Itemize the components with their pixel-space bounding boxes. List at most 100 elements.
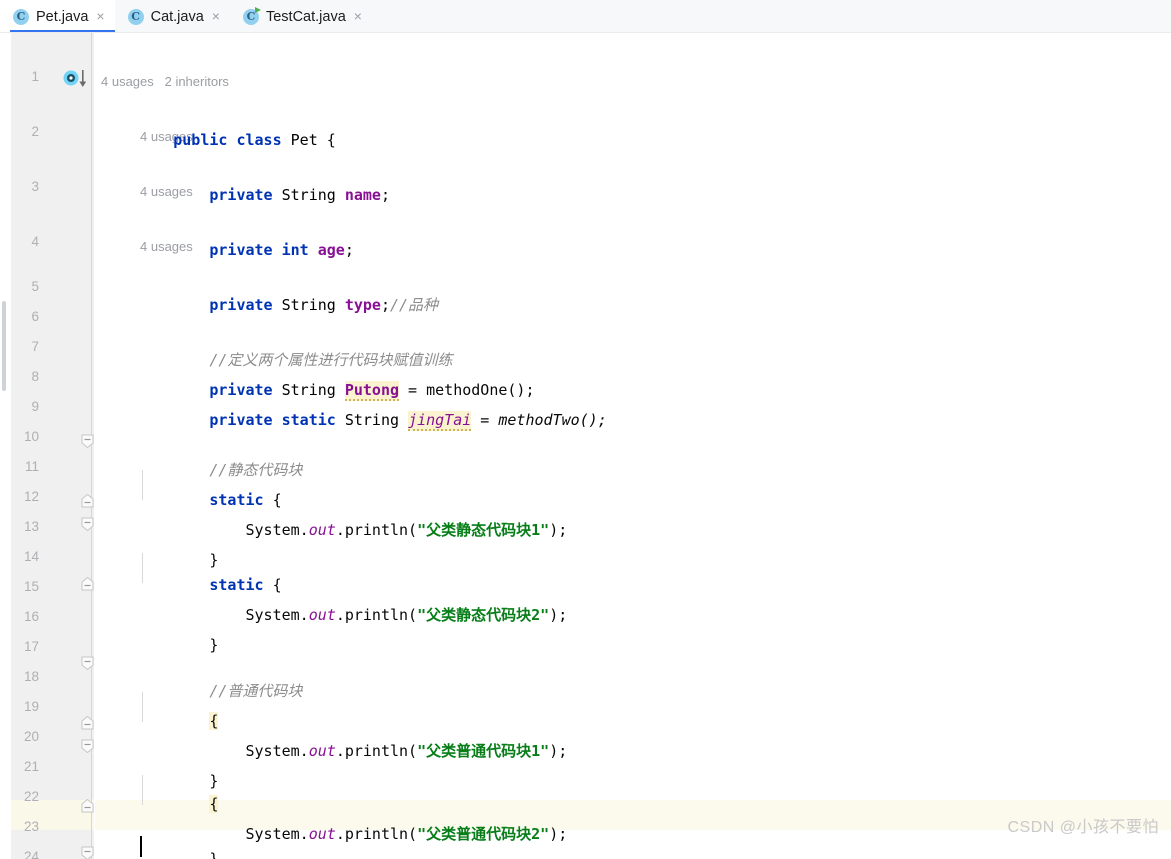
token-field: name bbox=[344, 186, 381, 204]
token-operator: = bbox=[471, 411, 499, 429]
token-method-call: .println( bbox=[335, 521, 418, 539]
token-keyword: class bbox=[236, 131, 282, 149]
code-line-6[interactable]: //定义两个属性进行代码块赋值训练 bbox=[101, 315, 452, 369]
token-brace: { bbox=[326, 131, 336, 149]
line-number: 8 bbox=[31, 369, 39, 384]
code-line-8[interactable]: private static String jingTai = methodTw… bbox=[101, 375, 607, 431]
line-number: 13 bbox=[23, 519, 39, 534]
editor-tab-bar: C Pet.java × C Cat.java × C TestCat.java… bbox=[0, 0, 1171, 33]
token-field: age bbox=[317, 241, 345, 259]
line-number: 18 bbox=[23, 669, 39, 684]
fold-expanded-icon[interactable] bbox=[81, 434, 94, 448]
fold-expanded-icon[interactable] bbox=[81, 739, 94, 753]
code-line-2[interactable]: private String name; bbox=[101, 150, 390, 204]
code-line-24[interactable]: } bbox=[101, 814, 218, 859]
fold-collapsed-icon[interactable] bbox=[81, 716, 94, 730]
code-line-7[interactable]: private String Putong = methodOne(); bbox=[101, 345, 535, 401]
ide-window: C Pet.java × C Cat.java × C TestCat.java… bbox=[0, 0, 1171, 859]
text-caret bbox=[140, 836, 142, 857]
is-subclassed-gutter-icon[interactable] bbox=[63, 69, 89, 87]
token-class-ref: System. bbox=[245, 825, 309, 843]
code-line-22[interactable]: { bbox=[101, 759, 219, 813]
close-icon[interactable]: × bbox=[211, 9, 221, 25]
code-line-12[interactable]: System.out.println("父类静态代码块1"); bbox=[101, 485, 568, 539]
editor-tab-pet-java[interactable]: C Pet.java × bbox=[0, 0, 115, 33]
token-class-ref: System. bbox=[245, 742, 309, 760]
java-class-icon: C bbox=[127, 8, 144, 25]
line-number: 21 bbox=[23, 759, 39, 774]
token-type: String bbox=[344, 411, 400, 429]
editor-tab-label: Pet.java bbox=[36, 8, 89, 25]
token-keyword: private bbox=[209, 241, 273, 259]
inlay-hint-usages-inheritors[interactable]: 4 usages 2 inheritors bbox=[101, 71, 229, 93]
code-line-20[interactable]: System.out.println("父类普通代码块1"); bbox=[101, 706, 568, 760]
token-type: String bbox=[281, 296, 336, 314]
token-tail: ); bbox=[549, 521, 568, 539]
line-number: 10 bbox=[23, 429, 39, 444]
java-class-icon-letter: C bbox=[131, 9, 140, 23]
code-line-1[interactable]: public class Pet { bbox=[101, 95, 336, 149]
token-static-field: out bbox=[308, 825, 336, 843]
line-number: 7 bbox=[31, 339, 39, 354]
code-line-18[interactable]: //普通代码块 bbox=[101, 646, 302, 700]
code-line-14[interactable]: static { bbox=[101, 540, 281, 594]
token-keyword: private bbox=[209, 186, 273, 204]
token-semicolon: ; bbox=[344, 241, 354, 259]
token-tail: ); bbox=[549, 825, 568, 843]
close-icon[interactable]: × bbox=[353, 9, 363, 25]
code-canvas[interactable]: 4 usages 2 inheritors 4 usages 4 usages … bbox=[95, 33, 1171, 859]
token-keyword: private bbox=[209, 296, 273, 314]
code-line-19[interactable]: { bbox=[101, 676, 219, 730]
code-line-10[interactable]: //静态代码块 bbox=[101, 425, 302, 479]
token-string-literal: "父类普通代码块1" bbox=[417, 742, 550, 760]
fold-collapsed-icon[interactable] bbox=[81, 577, 94, 591]
token-static-field-highlighted: jingTai bbox=[408, 411, 472, 431]
editor-marker-strip[interactable] bbox=[0, 33, 11, 859]
token-static-field: out bbox=[308, 521, 336, 539]
token-type: int bbox=[281, 241, 309, 259]
line-number: 11 bbox=[24, 459, 39, 474]
token-method-call: .println( bbox=[335, 606, 418, 624]
token-class-name: Pet bbox=[290, 131, 318, 149]
java-class-icon: C bbox=[13, 8, 29, 25]
token-semicolon: ; bbox=[380, 186, 390, 204]
line-number: 23 bbox=[23, 819, 39, 834]
csdn-watermark: CSDN @小孩不要怕 bbox=[1007, 819, 1159, 836]
line-number: 14 bbox=[23, 549, 39, 564]
fold-expanded-icon[interactable] bbox=[81, 517, 94, 531]
line-number: 19 bbox=[23, 699, 39, 714]
token-field: type bbox=[344, 296, 381, 314]
token-static-field: out bbox=[308, 606, 336, 624]
token-method-call: .println( bbox=[335, 742, 418, 760]
token-tail: ); bbox=[549, 742, 568, 760]
fold-collapsed-icon[interactable] bbox=[81, 494, 94, 508]
token-class-ref: System. bbox=[245, 521, 309, 539]
code-line-4[interactable]: private String type;//品种 bbox=[101, 260, 438, 314]
code-line-3[interactable]: private int age; bbox=[101, 205, 354, 259]
line-number: 4 bbox=[31, 234, 39, 249]
scrollbar-thumb[interactable] bbox=[2, 301, 6, 391]
fold-expanded-icon[interactable] bbox=[81, 656, 94, 670]
line-number: 15 bbox=[23, 579, 39, 594]
line-number: 17 bbox=[23, 639, 39, 654]
close-icon[interactable]: × bbox=[95, 9, 105, 25]
code-line-15[interactable]: System.out.println("父类静态代码块2"); bbox=[101, 570, 568, 624]
line-number: 6 bbox=[31, 309, 39, 324]
editor-tab-testcat-java[interactable]: C TestCat.java × bbox=[230, 0, 372, 33]
token-comment: //普通代码块 bbox=[209, 682, 303, 700]
line-number: 12 bbox=[23, 489, 39, 504]
editor-tab-label: TestCat.java bbox=[265, 8, 346, 25]
token-string-literal: "父类静态代码块2" bbox=[417, 606, 550, 624]
token-string-literal: "父类静态代码块1" bbox=[417, 521, 550, 539]
line-number: 1 bbox=[31, 69, 39, 84]
fold-expanded-icon[interactable] bbox=[81, 846, 94, 859]
code-line-16[interactable]: } bbox=[101, 600, 218, 654]
fold-collapsed-icon[interactable] bbox=[81, 799, 94, 813]
code-line-11[interactable]: static { bbox=[101, 455, 281, 509]
token-static-method-call: methodTwo(); bbox=[498, 411, 607, 429]
editor-tab-cat-java[interactable]: C Cat.java × bbox=[115, 0, 230, 33]
code-editor[interactable]: 1 2 3 4 5 6 7 8 9 10 11 12 13 14 15 16 1… bbox=[0, 33, 1171, 859]
token-class-ref: System. bbox=[245, 606, 309, 624]
run-badge-icon bbox=[254, 6, 261, 13]
token-type: String bbox=[281, 186, 336, 204]
